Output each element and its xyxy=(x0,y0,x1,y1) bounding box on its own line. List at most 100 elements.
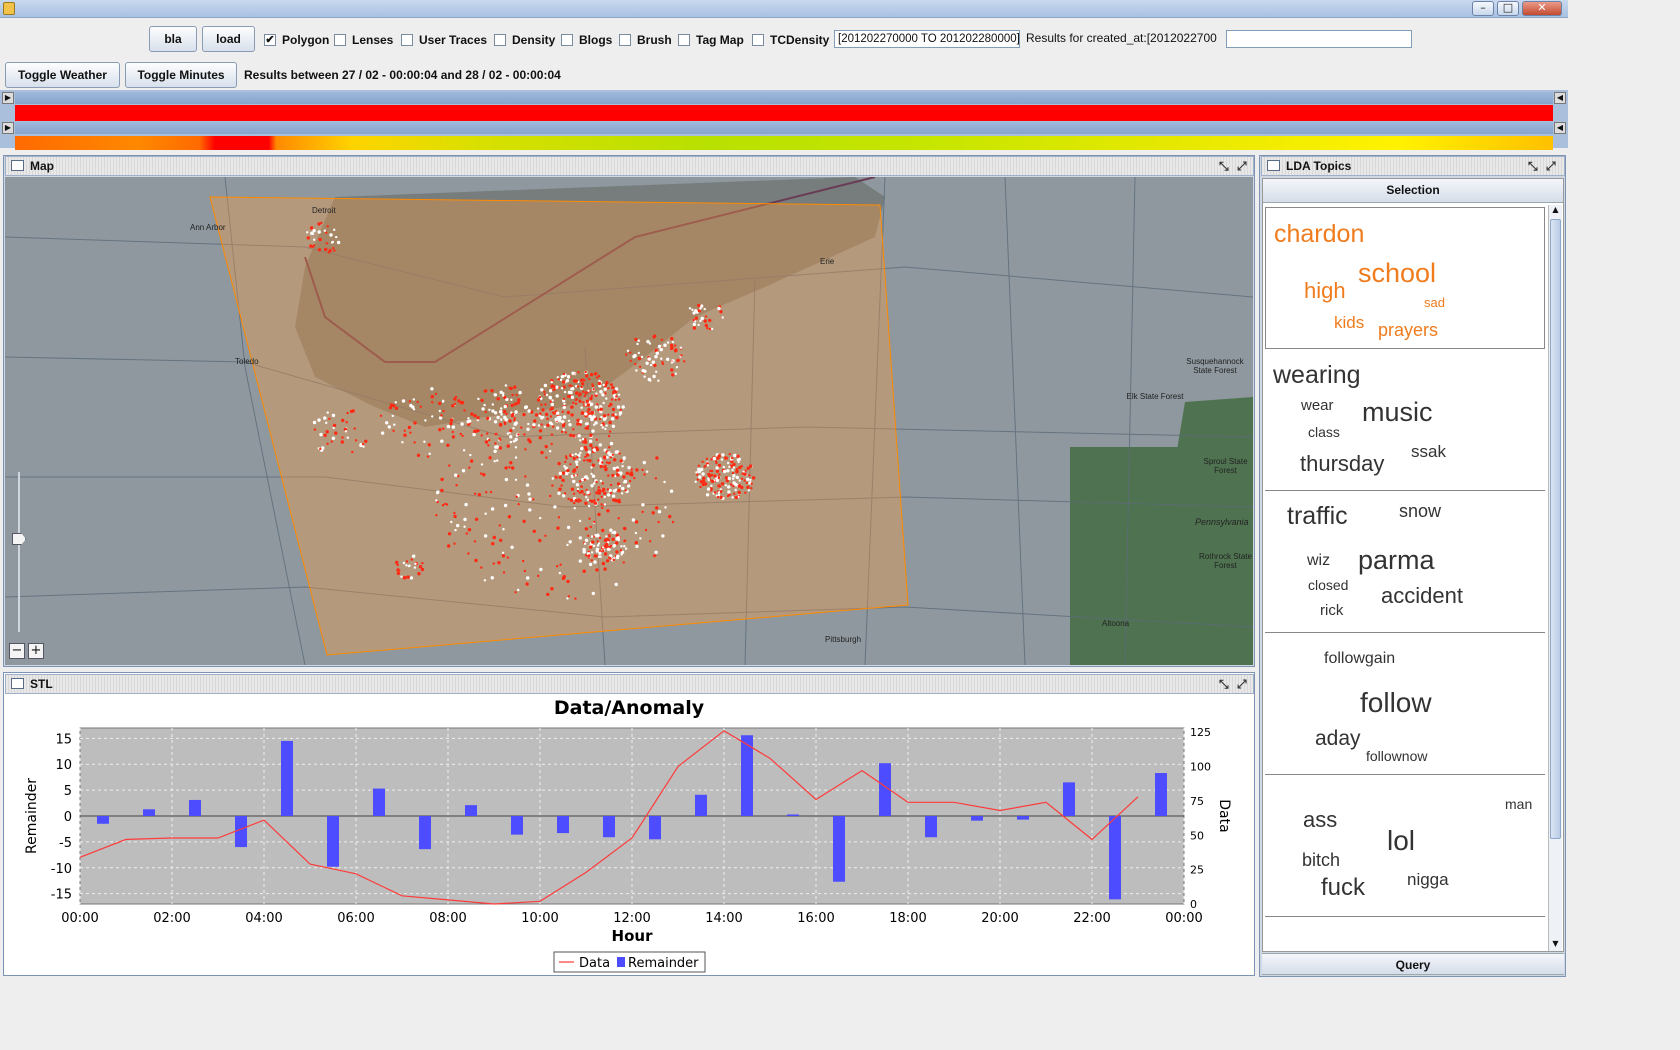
scroll-down-icon[interactable]: ▼ xyxy=(1550,939,1561,951)
tcdensity-checkbox[interactable]: TCDensity xyxy=(752,33,829,47)
scroll-thumb[interactable] xyxy=(1550,219,1561,839)
forest-label: Sproul State Forest xyxy=(1203,457,1248,475)
minimize-panel-icon[interactable]: ⤡ xyxy=(1219,159,1229,173)
topic-word: followgain xyxy=(1324,650,1396,667)
y2-tick-label: 25 xyxy=(1190,864,1204,877)
y-tick-label: -5 xyxy=(59,836,72,851)
data-anomaly-chart: Data/Anomaly 151050-5-10-15 125100755025… xyxy=(24,697,1232,973)
maximize-button[interactable]: □ xyxy=(1497,1,1519,16)
topic-word: wearing xyxy=(1273,361,1361,389)
zoom-in-button[interactable]: + xyxy=(28,643,44,659)
brush-checkbox[interactable]: Brush xyxy=(619,33,672,47)
zoom-slider-track[interactable] xyxy=(18,472,20,632)
tag-map-checkbox[interactable]: Tag Map xyxy=(678,33,744,47)
maximize-panel-icon[interactable]: ⤢ xyxy=(1237,159,1247,173)
density-label: Density xyxy=(512,33,556,47)
window-icon xyxy=(1267,160,1280,171)
topic-word: ass xyxy=(1303,807,1338,832)
city-label: Altoona xyxy=(1102,619,1130,628)
close-button[interactable]: ✕ xyxy=(1522,1,1562,16)
polygon-checkbox[interactable]: ✔ Polygon xyxy=(264,33,329,47)
x-tick-label: 10:00 xyxy=(521,911,558,926)
city-label: Toledo xyxy=(235,357,259,366)
load-button[interactable]: load xyxy=(202,26,255,52)
lenses-checkbox[interactable]: Lenses xyxy=(334,33,393,47)
remainder-bar xyxy=(143,809,155,816)
user-traces-checkbox[interactable]: User Traces xyxy=(401,33,487,47)
minimize-button[interactable]: – xyxy=(1472,1,1494,16)
x-tick-label: 12:00 xyxy=(613,911,650,926)
topic-card[interactable]: wearing wear music class ssak thursday xyxy=(1265,349,1545,491)
blogs-label: Blogs xyxy=(579,33,613,47)
checkbox-box[interactable] xyxy=(619,34,631,46)
topic-word: aday xyxy=(1315,727,1361,750)
map-view[interactable]: Detroit Ann Arbor Toledo Erie Pittsburgh… xyxy=(5,177,1253,665)
timeline-scrollbar-top[interactable] xyxy=(15,92,1553,104)
checkbox-box[interactable] xyxy=(561,34,573,46)
topic-card[interactable]: traffic snow wiz parma closed accident r… xyxy=(1265,491,1545,633)
remainder-bar xyxy=(695,794,707,816)
time-histogram[interactable] xyxy=(15,136,1553,150)
timeline2-right-arrow[interactable]: ◀ xyxy=(1554,122,1566,134)
checkbox-box[interactable] xyxy=(334,34,346,46)
title-bar: – □ ✕ xyxy=(0,0,1568,18)
state-label: Pennsylvania xyxy=(1195,517,1249,527)
topic-word: nigga xyxy=(1407,870,1449,889)
city-label: Ann Arbor xyxy=(190,223,226,232)
timeline-scrollbar-bottom[interactable] xyxy=(15,122,1553,134)
check-icon[interactable]: ✔ xyxy=(264,34,276,46)
topic-card[interactable]: chardon high school sad kids prayers xyxy=(1265,207,1545,349)
y2-tick-label: 100 xyxy=(1190,761,1211,774)
minimize-panel-icon[interactable]: ⤡ xyxy=(1528,159,1538,173)
checkbox-box[interactable] xyxy=(494,34,506,46)
topic-card[interactable]: followgain follow aday follownow xyxy=(1265,633,1545,775)
selection-tab[interactable]: Selection xyxy=(1263,179,1563,203)
checkbox-box[interactable] xyxy=(678,34,690,46)
x-tick-label: 22:00 xyxy=(1073,911,1110,926)
map-canvas[interactable] xyxy=(5,177,1253,665)
polygon-label: Polygon xyxy=(282,33,330,47)
remainder-bar xyxy=(1109,816,1121,900)
legend-data-label: Data xyxy=(579,956,610,971)
timeline-right-arrow[interactable]: ◀ xyxy=(1554,92,1566,104)
y-ticks: 15 10 5 0 -5 -10 -15 xyxy=(51,732,72,902)
toggle-minutes-button[interactable]: Toggle Minutes xyxy=(125,62,237,88)
city-label: Erie xyxy=(820,257,835,266)
topic-word: traffic xyxy=(1287,502,1348,530)
checkbox-box[interactable] xyxy=(401,34,413,46)
scroll-up-icon[interactable]: ▲ xyxy=(1550,205,1561,217)
bla-button[interactable]: bla xyxy=(149,26,197,52)
query-tab[interactable]: Query xyxy=(1262,953,1564,975)
minimize-panel-icon[interactable]: ⤡ xyxy=(1219,677,1229,691)
zoom-out-button[interactable]: − xyxy=(9,643,25,659)
y2-axis-label: Data xyxy=(1216,799,1232,832)
topics-scrollbar[interactable]: ▲ ▼ xyxy=(1548,205,1562,951)
x-tick-label: 00:00 xyxy=(1165,911,1202,926)
topic-word: follow xyxy=(1360,687,1432,718)
results-for-text: Results for created_at:[2012022700 xyxy=(1026,31,1217,45)
timeline2-left-arrow[interactable]: ▶ xyxy=(2,122,14,134)
remainder-bar xyxy=(189,799,201,816)
app-icon xyxy=(3,2,15,15)
timeline-left-arrow[interactable]: ▶ xyxy=(2,92,14,104)
timeline-density-bar xyxy=(15,105,1553,121)
topic-word: accident xyxy=(1381,583,1463,608)
y-tick-label: 10 xyxy=(55,758,72,773)
maximize-panel-icon[interactable]: ⤢ xyxy=(1237,677,1247,691)
remainder-bar xyxy=(971,816,983,821)
maximize-panel-icon[interactable]: ⤢ xyxy=(1546,159,1556,173)
remainder-bar xyxy=(419,816,431,850)
checkbox-box[interactable] xyxy=(752,34,764,46)
toggle-weather-button[interactable]: Toggle Weather xyxy=(5,62,120,88)
topic-word: parma xyxy=(1358,545,1435,575)
x-tick-label: 14:00 xyxy=(705,911,742,926)
topic-word: chardon xyxy=(1274,220,1365,248)
blogs-checkbox[interactable]: Blogs xyxy=(561,33,612,47)
search-input[interactable] xyxy=(1226,30,1412,48)
query-input[interactable]: [201202270000 TO 201202280000] xyxy=(834,30,1020,48)
density-checkbox[interactable]: Density xyxy=(494,33,555,47)
remainder-bar xyxy=(925,816,937,838)
topic-card[interactable]: man ass lol bitch nigga fuck xyxy=(1265,775,1545,917)
remainder-bar xyxy=(97,816,109,824)
topic-word: closed xyxy=(1308,577,1349,593)
